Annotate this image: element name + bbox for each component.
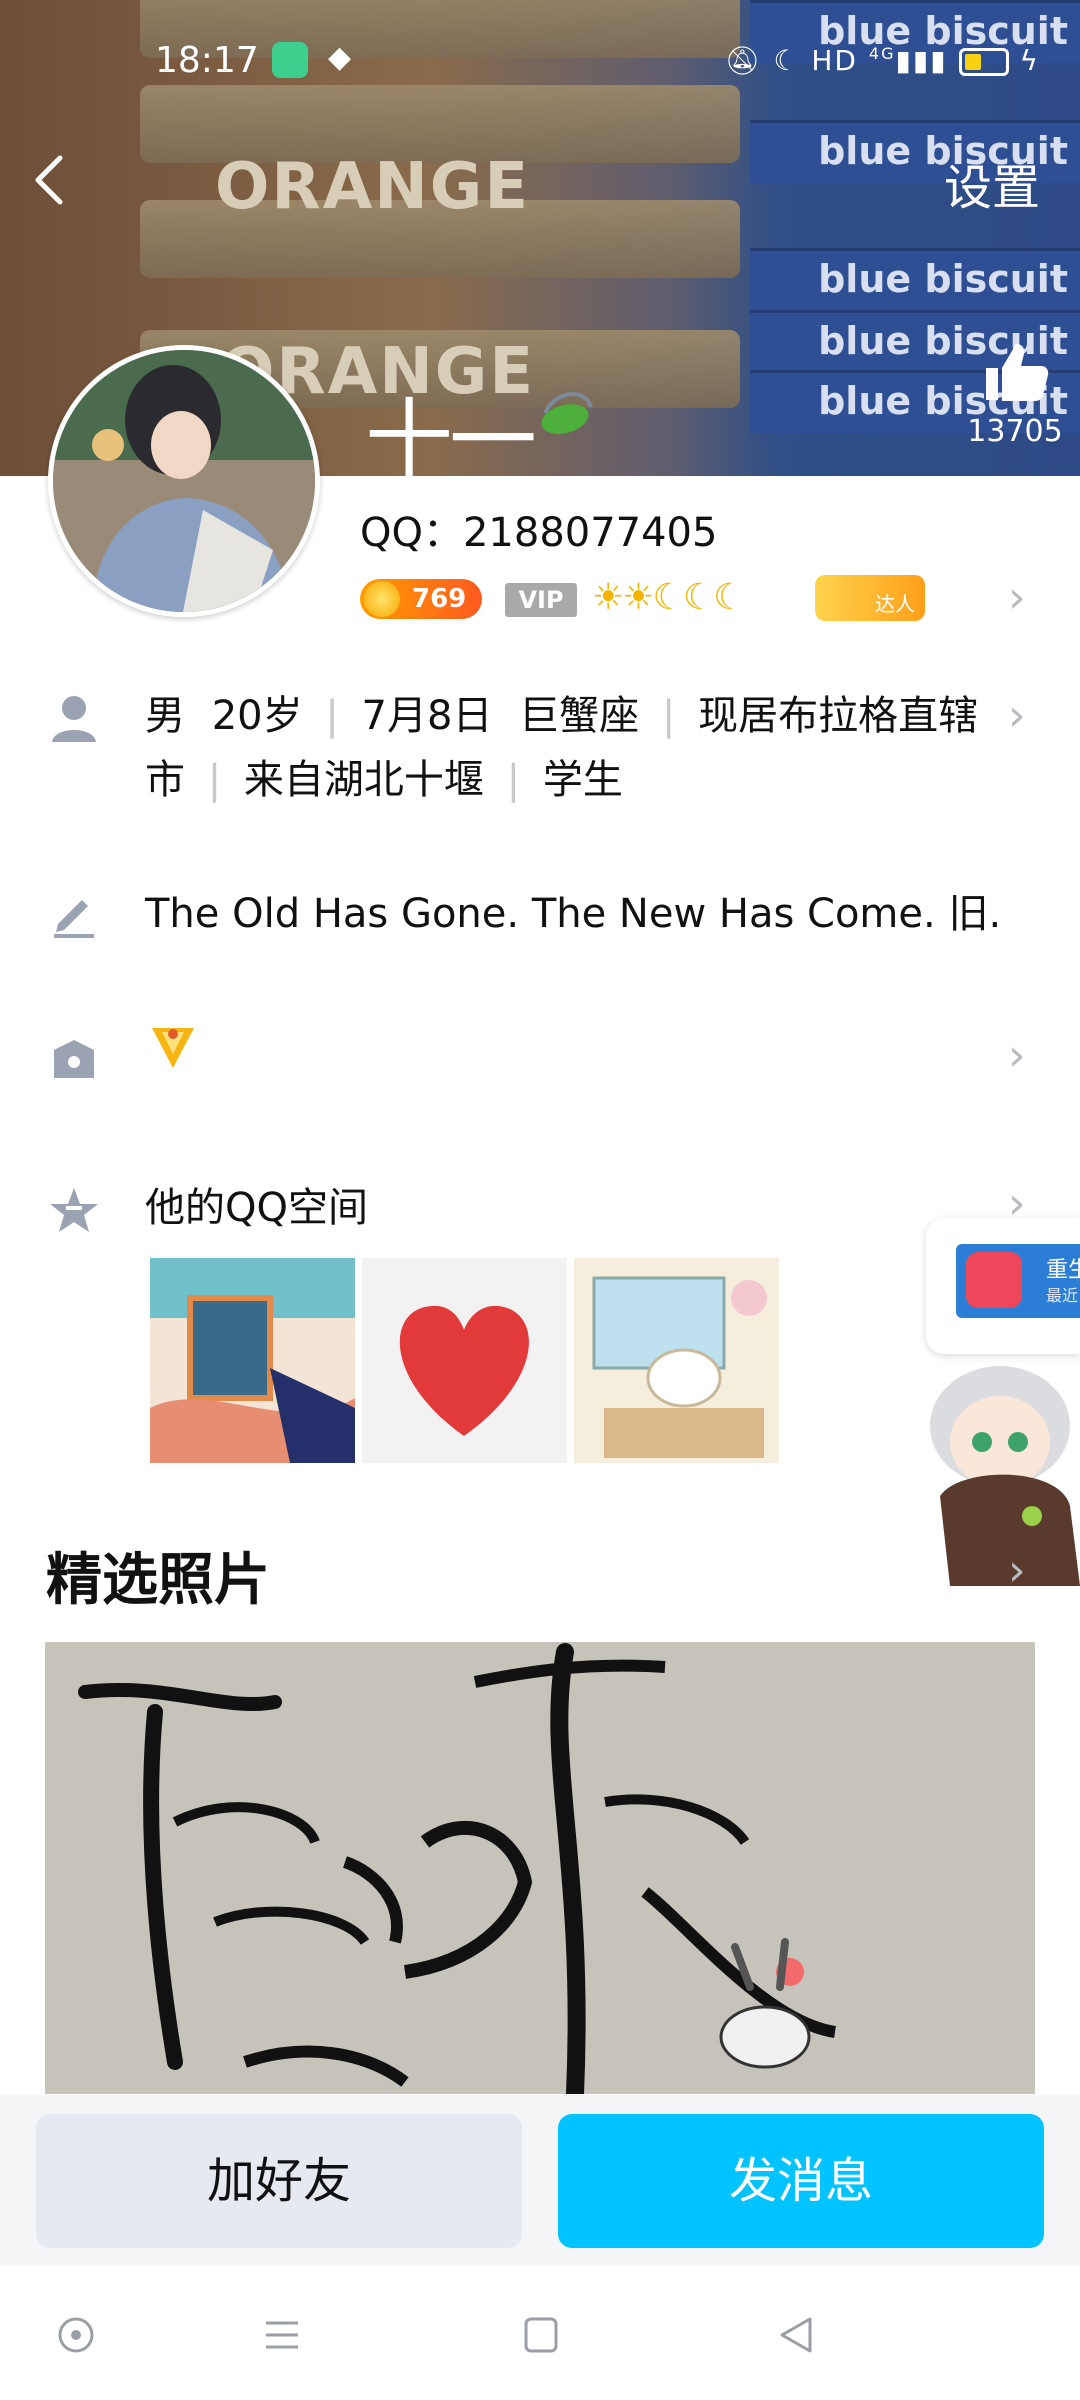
back-triangle-icon[interactable] [776,2315,816,2355]
banner-text: ORANGE [215,150,531,224]
floating-subtitle: 最近 [1046,1286,1079,1305]
like-button[interactable]: 13705 [950,340,1080,449]
status-icons: 🔕︎ ☾ HD 4G▮▮▮ ϟ [725,44,1040,77]
avatar-illustration [53,350,315,612]
floating-title: 重生 [1046,1258,1080,1283]
badges-row[interactable]: 769 VIP ☀☀☾☾☾ 达人 [360,575,1000,625]
separator: | [207,757,222,803]
profile-info[interactable]: 男 20岁 | 7月8日 巨蟹座 | 现居布拉格直辖 市 | 来自湖北十堰 | … [145,684,1005,812]
level-icons: ☀☀☾☾☾ [592,577,745,618]
hd-label: HD [811,44,858,77]
signal-icon: 4G▮▮▮ [868,44,948,77]
person-icon [52,696,96,742]
birthday: 7月8日 [361,693,493,739]
chevron-right-icon[interactable]: › [1008,1545,1026,1596]
chevron-right-icon[interactable]: › [1008,572,1026,623]
vip-badge: VIP [505,583,577,617]
zodiac: 巨蟹座 [519,693,640,739]
calligraphy-photo [45,1642,1035,2094]
qzone-thumbnail[interactable] [574,1258,779,1463]
floating-notification[interactable]: 重生 最近 [926,1218,1080,1354]
chevron-right-icon[interactable]: › [1008,690,1026,741]
nickname: 十一 [365,389,537,492]
section-title-featured-photos: 精选照片 [46,1548,270,1613]
send-message-button[interactable]: 发消息 [558,2114,1044,2248]
app-icon [966,1252,1022,1308]
age: 20岁 [211,693,303,739]
layers-icon: ◆ [328,40,352,75]
mute-icon: 🔕︎ [724,44,763,77]
mascot-sticker[interactable] [920,1346,1080,1586]
menu-icon[interactable] [262,2317,302,2353]
location-cont: 市 [145,757,185,803]
charging-icon: ϟ [1019,44,1040,77]
banner-text: blue biscuit [818,257,1068,301]
battery-icon [958,48,1009,76]
v-medal-icon[interactable] [148,1022,198,1072]
daren-badge: 达人 [815,575,925,621]
profile-info-line2: 市 | 来自湖北十堰 | 学生 [145,748,1005,812]
like-count: 13705 [967,414,1063,449]
app-notification-icon [272,42,308,78]
qzone-star-icon [50,1188,98,1232]
hometown: 来自湖北十堰 [243,757,484,803]
separator: | [325,693,339,739]
status-time: 18:17 [155,40,259,81]
chevron-right-icon[interactable]: › [1008,1030,1026,1081]
daren-label: 达人 [875,592,915,616]
avatar[interactable] [48,345,320,617]
qzone-thumbnail[interactable] [150,1258,355,1463]
qzone-thumbnail[interactable] [362,1258,567,1463]
moon-icon: ☾ [773,44,801,77]
leaf-icon [541,392,593,434]
status-bar: 18:17 ◆ 🔕︎ ☾ HD 4G▮▮▮ ϟ [0,40,1080,100]
thumbs-up-icon [986,344,1049,401]
chevron-left-icon [35,155,63,205]
featured-photo[interactable] [45,1642,1035,2094]
system-navigation-bar [0,2265,1080,2400]
profile-info-line1: 男 20岁 | 7月8日 巨蟹座 | 现居布拉格直辖 [145,684,1005,748]
coin-level: 769 [412,584,467,614]
gender: 男 [145,693,185,739]
network-type: 4G [868,44,896,63]
coin-level-badge: 769 [360,579,482,619]
separator: | [661,693,676,739]
add-friend-button[interactable]: 加好友 [36,2114,522,2248]
qq-number: QQ：2188077405 [360,510,718,556]
signature[interactable]: The Old Has Gone. The New Has Come. 旧... [145,882,1005,946]
back-button[interactable] [30,150,70,210]
qzone-link[interactable]: 他的QQ空间 [145,1176,368,1240]
badge-box-icon [54,1040,94,1078]
floating-banner: 重生 最近 [956,1244,1080,1318]
assistant-icon[interactable] [56,2315,96,2355]
home-icon[interactable] [522,2315,560,2355]
pencil-icon [54,900,94,938]
location: 现居布拉格直辖 [698,693,979,739]
occupation: 学生 [542,757,623,803]
settings-button[interactable]: 设置 [944,148,1040,218]
separator: | [506,757,521,803]
